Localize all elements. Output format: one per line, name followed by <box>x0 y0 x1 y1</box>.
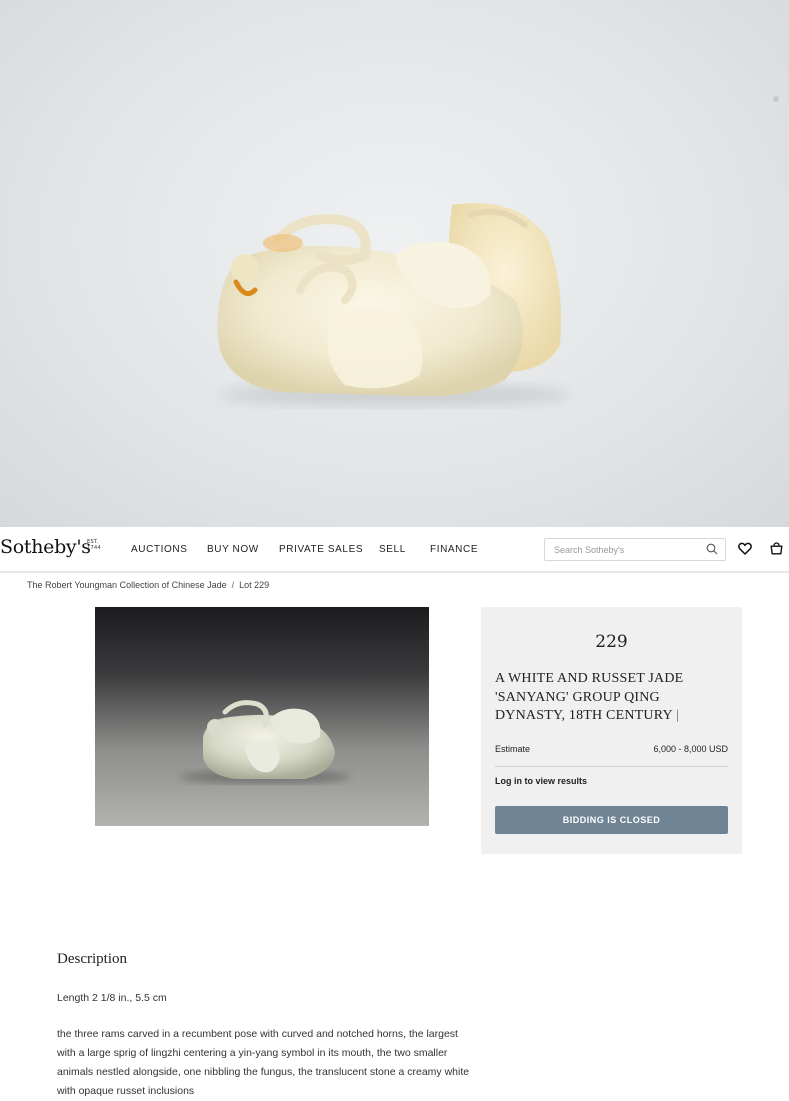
description-body: the three rams carved in a recumbent pos… <box>57 1028 470 1097</box>
breadcrumb-separator: / <box>231 580 235 590</box>
nav-private-sales[interactable]: PRIVATE SALES <box>279 544 363 555</box>
card-divider <box>495 766 728 767</box>
search-icon[interactable] <box>706 543 718 555</box>
lot-title: A WHITE AND RUSSET JADE 'SANYANG' GROUP … <box>495 670 730 726</box>
lot-info-card: 229 A WHITE AND RUSSET JADE 'SANYANG' GR… <box>481 607 742 854</box>
sothebys-logo[interactable]: Sotheby's <box>0 536 91 558</box>
lot-image-jade <box>180 700 350 784</box>
nav-buy-now[interactable]: BUY NOW <box>207 544 259 555</box>
bidding-closed-button[interactable]: BIDDING IS CLOSED <box>495 806 728 834</box>
lot-title-text: A WHITE AND RUSSET JADE 'SANYANG' GROUP … <box>495 671 684 723</box>
search-input[interactable] <box>554 543 694 557</box>
hero-image <box>0 0 789 527</box>
top-nav: Sotheby's EST. 1744 AUCTIONS BUY NOW PRI… <box>0 527 789 573</box>
shopping-bag-icon[interactable] <box>770 542 783 555</box>
estimate-value: 6,000 - 8,000 USD <box>653 744 728 754</box>
nav-auctions[interactable]: AUCTIONS <box>131 544 187 555</box>
logo-est-mark: EST. 1744 <box>87 539 101 551</box>
breadcrumb-collection[interactable]: The Robert Youngman Collection of Chines… <box>27 580 227 590</box>
jade-carving-photo <box>217 96 779 407</box>
search-box[interactable] <box>544 538 726 561</box>
text-cursor: | <box>675 708 679 723</box>
breadcrumb: The Robert Youngman Collection of Chines… <box>27 580 269 590</box>
nav-finance[interactable]: FINANCE <box>430 544 478 555</box>
estimate-label: Estimate <box>495 744 531 754</box>
description-heading: Description <box>57 951 127 967</box>
heart-icon[interactable] <box>738 542 752 555</box>
description-length: Length 2 1/8 in., 5.5 cm <box>57 992 167 1004</box>
lot-number: 229 <box>595 632 628 652</box>
login-to-view-results-link[interactable]: Log in to view results <box>495 776 587 786</box>
lot-image[interactable] <box>95 607 429 826</box>
nav-sell[interactable]: SELL <box>379 544 406 555</box>
breadcrumb-lot[interactable]: Lot 229 <box>239 580 269 590</box>
